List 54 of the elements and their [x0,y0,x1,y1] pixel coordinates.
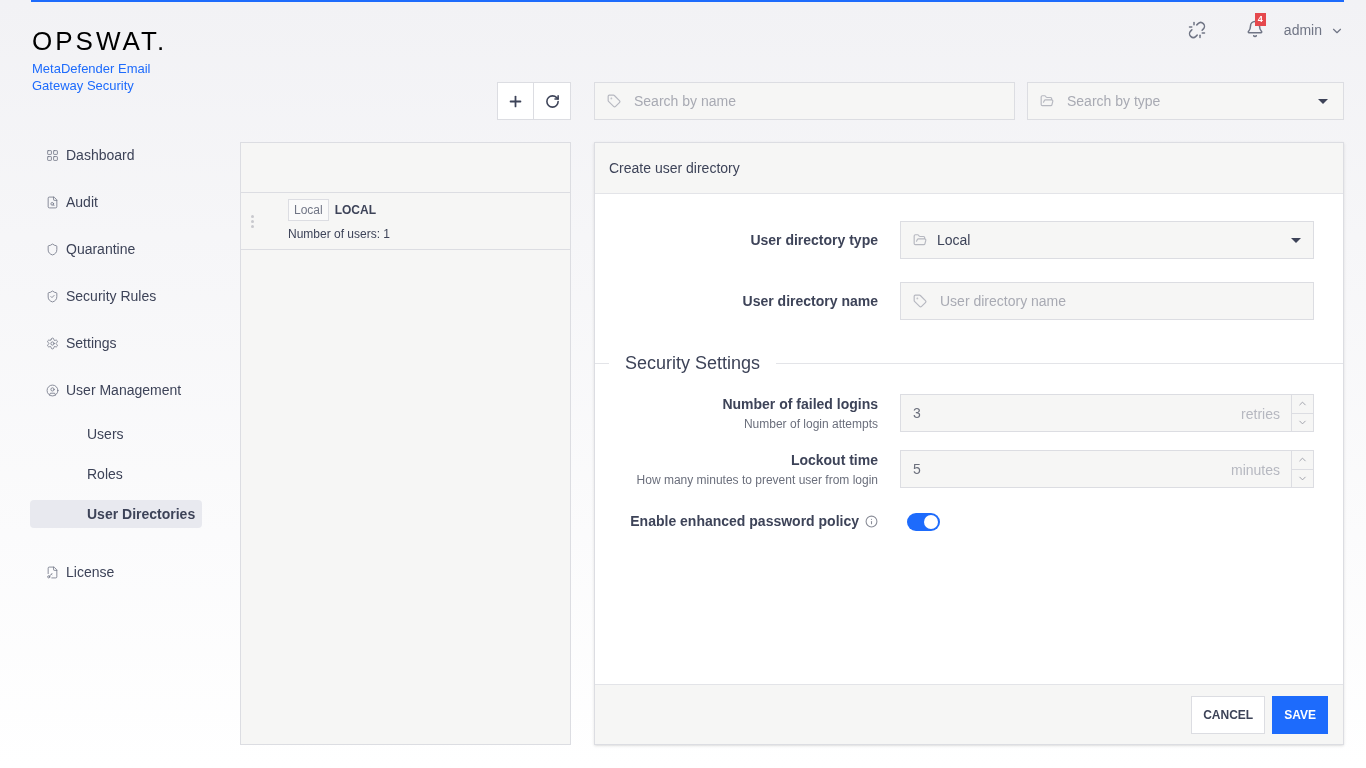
field-label: User directory name [741,291,878,311]
user-menu[interactable]: admin [1283,20,1344,41]
sidebar-item[interactable]: Security Rules [0,273,240,320]
logo: OPSWAT. [32,28,169,54]
unlink-icon[interactable] [1187,21,1206,39]
field-label: User directory type [749,230,878,250]
sidebar-subitem[interactable]: User Directories [30,500,202,528]
directory-name-field[interactable]: User directory name [900,282,1314,320]
folder-icon [1040,94,1054,108]
shield-icon [46,243,59,256]
notification-badge: 4 [1254,13,1266,26]
document-key-icon [46,566,59,579]
type-dropdown[interactable]: Local [900,221,1314,259]
directory-name: LOCAL [334,202,376,219]
sidebar-subitem[interactable]: Users [30,420,202,448]
search-type-dropdown[interactable]: Search by type [1027,82,1344,120]
refresh-icon [544,93,560,109]
settings-icon [46,337,59,350]
grid-icon [46,149,59,162]
cancel-button[interactable]: CANCEL [1191,695,1266,734]
document-search-icon [46,196,59,209]
save-button[interactable]: SAVE [1272,695,1328,734]
field-label: Lockout time [790,450,878,470]
sidebar-item[interactable]: Dashboard [0,132,240,179]
type-tag: Local [288,199,329,221]
tag-icon [607,94,621,108]
notification-bell-icon[interactable] [1245,20,1264,38]
field-hint: Number of login attempts [743,415,878,433]
user-circle-icon [46,384,59,397]
caret-icon [1318,99,1328,104]
info-icon[interactable] [865,515,878,528]
sidebar-item[interactable]: User Management [0,367,240,414]
policy-toggle[interactable] [907,512,940,531]
product-name: MetaDefender Email Gateway Security [32,60,152,94]
sidebar-subitem[interactable]: Roles [30,460,202,488]
caret-icon [1291,237,1301,243]
folder-icon [913,233,927,247]
sidebar-item[interactable]: Audit [0,179,240,226]
sidebar-item[interactable]: License [0,549,240,596]
drag-handle-icon[interactable] [249,214,255,228]
field-label: Number of failed logins [722,394,878,414]
search-name-field[interactable]: Search by name [594,82,1015,120]
sidebar-item[interactable]: Quarantine [0,226,240,273]
shield-check-icon [46,290,59,303]
field-hint: How many minutes to prevent user from login [636,471,878,489]
directory-row[interactable]: Local LOCAL Number of users: 1 [241,193,570,250]
tag-icon [913,294,927,308]
user-count: Number of users: 1 [288,226,391,243]
sidebar-item[interactable]: Settings [0,320,240,367]
section-heading: Security Settings [624,352,762,375]
unit-label: minutes [1230,461,1280,480]
unit-label: retries [1241,405,1280,424]
form-title: Create user directory [595,143,1343,194]
field-label: Enable enhanced password policy [630,512,859,531]
